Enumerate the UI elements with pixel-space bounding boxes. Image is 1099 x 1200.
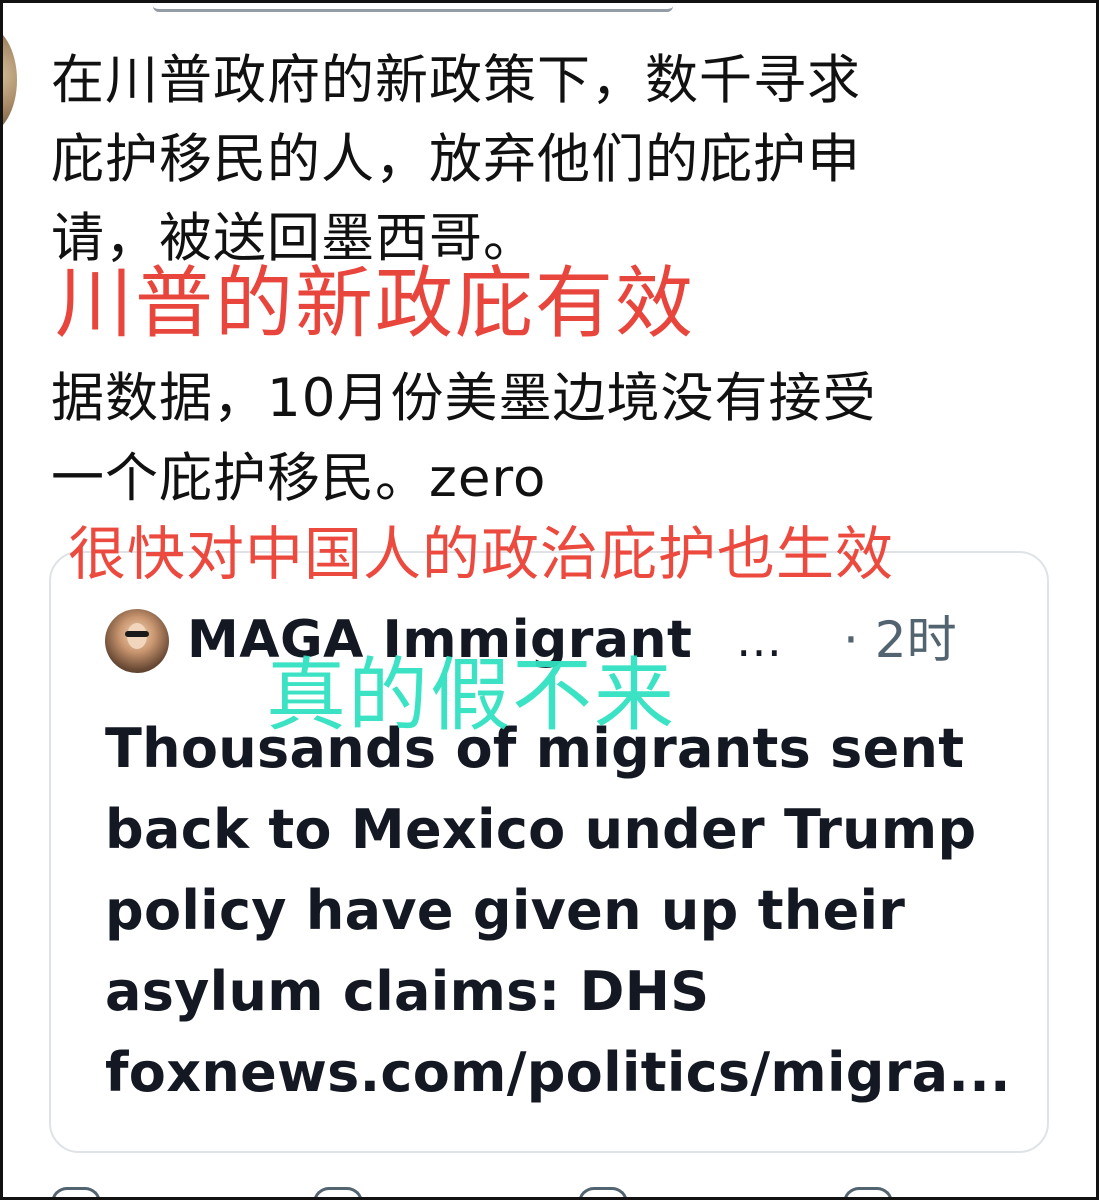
tweet-text-line: 一个庇护移民。zero [51,448,547,509]
author-name-ellipsis: … [736,613,784,667]
quoted-tweet-body: Thousands of migrants sent back to Mexic… [105,708,1025,1113]
quoted-author-avatar [105,609,169,673]
share-icon[interactable] [843,1187,893,1197]
teal-annotation-overlay: 真的假不来 [266,649,676,742]
quoted-body-line: back to Mexico under Trump [105,798,977,861]
previous-header-cutoff [3,3,1096,17]
tweet-text-line: 据数据，10月份美墨边境没有接受 [51,368,877,429]
like-icon[interactable] [578,1187,628,1197]
tweet-text: 在川普政府的新政策下，数千寻求 庇护移民的人，放弃他们的庇护申 请，被送回墨西哥… [51,41,1051,278]
quoted-tweet-timestamp: · 2时 [843,611,957,669]
tweet-text-line: 在川普政府的新政策下，数千寻求 [51,50,861,111]
screenshot-frame: 在川普政府的新政策下，数千寻求 庇护移民的人，放弃他们的庇护申 请，被送回墨西哥… [0,0,1099,1200]
quoted-body-line: asylum claims: DHS [105,960,710,1023]
cutoff-text-remnant [153,3,673,12]
reply-icon[interactable] [51,1187,101,1197]
tweet-text-continued: 据数据，10月份美墨边境没有接受 一个庇护移民。zero [51,359,1061,519]
red-handwritten-annotation: 川普的新政庇有效 [55,259,696,349]
tweet-action-bar [3,1179,1096,1197]
red-annotation-overlay: 很快对中国人的政治庇护也生效 [68,520,895,588]
author-avatar[interactable] [3,25,17,135]
avatar-sunglasses [125,631,149,637]
tweet-text-line: 庇护移民的人，放弃他们的庇护申 [51,129,861,190]
quoted-body-link[interactable]: foxnews.com/politics/migra... [105,1032,1025,1113]
quoted-body-line: policy have given up their [105,879,906,942]
retweet-icon[interactable] [313,1187,363,1197]
